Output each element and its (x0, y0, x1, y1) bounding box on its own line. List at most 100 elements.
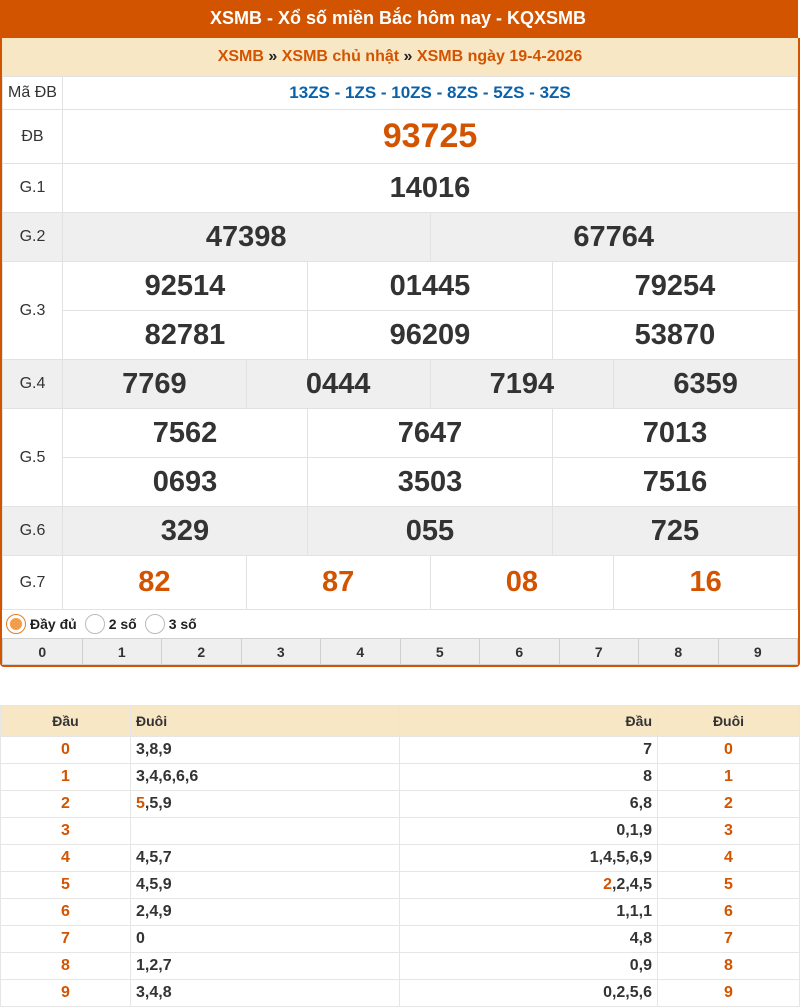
dau-list: 0,1,9 (399, 817, 658, 845)
g6-number: 725 (552, 506, 798, 556)
g3-number: 79254 (552, 261, 798, 311)
dau-cell: 8 (0, 952, 131, 980)
duoi-cell: 9 (657, 979, 800, 1007)
table-row: 0 3,8,9 7 0 (0, 736, 800, 764)
table-row: 3 0,1,9 3 (0, 817, 800, 845)
breadcrumb-sunday[interactable]: XSMB chủ nhật (282, 48, 399, 65)
dau-list-value: 1,4,5,6,9 (589, 849, 652, 866)
digit-filter-cell[interactable]: 9 (717, 638, 798, 665)
g5-label: G.5 (2, 408, 63, 507)
dau-list-value: 0,1,9 (616, 822, 652, 839)
table-row: 8 1,2,7 0,9 8 (0, 952, 800, 980)
radio-icon[interactable] (84, 614, 105, 634)
g7-number: 16 (613, 555, 798, 610)
dau-list-value: 0,9 (629, 957, 652, 974)
radio-selected-icon[interactable] (6, 614, 26, 634)
duoi-list-value: 3,8,9 (136, 741, 172, 758)
dau-cell-value: 8 (61, 957, 70, 974)
dau-list: 8 (399, 763, 658, 791)
digit-filter-cell[interactable]: 5 (399, 638, 480, 665)
dau-cell: 6 (0, 898, 131, 926)
g3-label: G.3 (2, 261, 63, 360)
duoi-cell-value: 1 (724, 768, 733, 785)
g7-number: 08 (429, 555, 615, 610)
digit-filter-cell[interactable]: 6 (479, 638, 560, 665)
digit-filter-cell[interactable]: 8 (638, 638, 719, 665)
breadcrumb-xsmb[interactable]: XSMB (218, 48, 264, 65)
dau-cell: 1 (0, 763, 131, 791)
duoi-list-value: 2,4,9 (136, 903, 172, 920)
duoi-cell-value: 5 (724, 876, 733, 893)
dau-cell: 5 (0, 871, 131, 899)
option-three-digits[interactable]: 3 số (144, 614, 197, 634)
digit-filter-cell[interactable]: 4 (320, 638, 401, 665)
duoi-cell-value: 3 (724, 822, 733, 839)
g4-label: G.4 (2, 359, 63, 409)
duoi-list: 2,4,9 (130, 898, 400, 926)
duoi-list: 1,2,7 (130, 952, 400, 980)
dau-cell-value: 7 (61, 930, 70, 947)
dau-list: 1,4,5,6,9 (399, 844, 658, 872)
dau-cell: 2 (0, 790, 131, 818)
digit-filter-cell[interactable]: 2 (161, 638, 242, 665)
dau-list: 2,2,4,5 (399, 871, 658, 899)
breadcrumb-separator: » (268, 48, 278, 65)
duoi-list: 3,4,6,6,6 (130, 763, 400, 791)
g2-number: 47398 (62, 212, 431, 262)
table-row: 4 4,5,7 1,4,5,6,9 4 (0, 844, 800, 872)
g4-number: 7769 (62, 359, 247, 409)
g7-number: 82 (62, 555, 247, 610)
dau-list: 7 (399, 736, 658, 764)
col-dau: Đầu (399, 705, 658, 737)
option-full[interactable]: Đầy đủ (6, 614, 77, 634)
duoi-cell-value: 7 (724, 930, 733, 947)
digit-filter-cell[interactable]: 1 (81, 638, 162, 665)
dau-cell-value: 9 (61, 984, 70, 1001)
duoi-cell-value: 0 (724, 741, 733, 758)
g3-number: 96209 (307, 310, 553, 360)
option-two-label: 2 số (108, 616, 137, 632)
digit-filter-cell[interactable]: 0 (2, 638, 83, 665)
dau-cell: 0 (0, 736, 131, 764)
dau-list-value: ,2,4,5 (611, 876, 652, 893)
duoi-cell-value: 9 (724, 984, 733, 1001)
duoi-cell: 2 (657, 790, 800, 818)
col-duoi: Đuôi (130, 705, 400, 737)
breadcrumb-date[interactable]: XSMB ngày 19-4-2026 (417, 48, 582, 65)
dau-cell: 9 (0, 979, 131, 1007)
display-options: Đầy đủ 2 số 3 số (2, 610, 798, 638)
duoi-cell-value: 2 (724, 795, 733, 812)
dau-list-value: 0,2,5,6 (603, 984, 652, 1001)
g4-number: 7194 (429, 359, 615, 409)
g6-number: 055 (307, 506, 553, 556)
duoi-cell: 7 (657, 925, 800, 953)
option-full-label: Đầy đủ (30, 616, 77, 632)
results-table: Mã ĐB 13ZS - 1ZS - 10ZS - 8ZS - 5ZS - 3Z… (2, 76, 798, 610)
table-row: 2 5,5,9 6,8 2 (0, 790, 800, 818)
option-two-digits[interactable]: 2 số (84, 614, 137, 634)
duoi-list: 5,5,9 (130, 790, 400, 818)
dau-list-value: 8 (643, 768, 652, 785)
dau-list-value: 6,8 (629, 795, 652, 812)
col-duoi: Đuôi (657, 705, 800, 737)
digit-filter-cell[interactable]: 3 (240, 638, 321, 665)
digit-filter: 0123456789 (2, 638, 798, 665)
g7-label: G.7 (2, 555, 63, 610)
g5-number: 0693 (62, 457, 308, 507)
duoi-cell-value: 4 (724, 849, 733, 866)
duoi-list: 3,8,9 (130, 736, 400, 764)
duoi-list-value: 5 (136, 795, 145, 812)
madb-label: Mã ĐB (2, 76, 63, 110)
duoi-cell: 8 (657, 952, 800, 980)
radio-icon[interactable] (144, 614, 165, 634)
g5-number: 3503 (307, 457, 553, 507)
duoi-list-value: 3,4,6,6,6 (136, 768, 199, 785)
duoi-list-value: 3,4,8 (136, 984, 172, 1001)
dau-list: 1,1,1 (399, 898, 658, 926)
digit-filter-cell[interactable]: 7 (558, 638, 639, 665)
duoi-cell: 6 (657, 898, 800, 926)
g1-number: 14016 (62, 163, 798, 213)
table-row: 5 4,5,9 2,2,4,5 5 (0, 871, 800, 899)
dau-cell-value: 2 (61, 795, 70, 812)
duoi-list: 4,5,9 (130, 871, 400, 899)
